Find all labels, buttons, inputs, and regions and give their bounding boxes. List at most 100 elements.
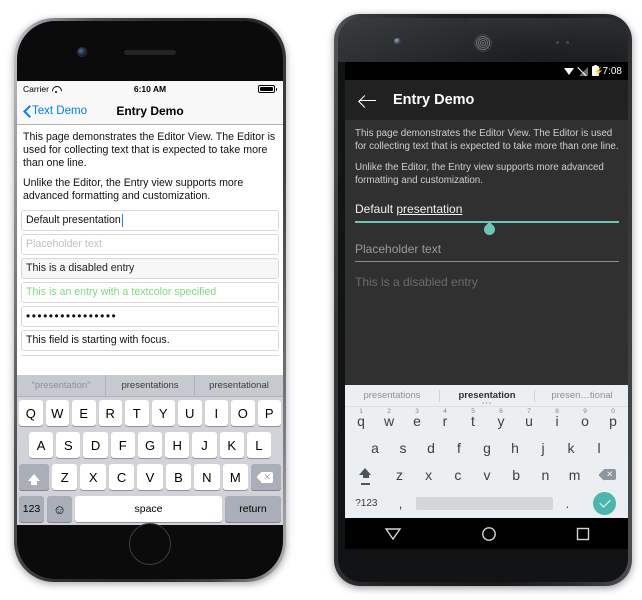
key-q[interactable]: 1q [347, 407, 375, 434]
space-key[interactable] [415, 488, 553, 518]
key-m[interactable]: M [222, 464, 248, 490]
key-num: 9 [583, 408, 587, 415]
numeric-mode-key[interactable]: 123 [19, 496, 44, 522]
key-u[interactable]: 7u [515, 407, 543, 434]
key-i[interactable]: 8i [543, 407, 571, 434]
key-n[interactable]: N [194, 464, 220, 490]
key-k[interactable]: k [557, 434, 585, 461]
key-h[interactable]: h [501, 434, 529, 461]
key-s[interactable]: S [56, 432, 81, 458]
key-e[interactable]: E [72, 400, 96, 426]
key-b[interactable]: B [165, 464, 192, 490]
key-i[interactable]: I [204, 400, 228, 426]
entry-default-presentation[interactable]: Default presentation [355, 196, 619, 237]
key-r[interactable]: 4r [431, 407, 459, 434]
entry-textcolor[interactable]: This is an entry with a textcolor specif… [21, 281, 279, 303]
backspace-icon[interactable]: ✕ [250, 464, 281, 490]
key-g[interactable]: g [473, 434, 501, 461]
key-d[interactable]: D [83, 432, 108, 458]
android-status-bar: ⚡ 7:08 [345, 62, 628, 80]
key-r[interactable]: R [98, 400, 122, 426]
key-f[interactable]: F [110, 432, 135, 458]
list-divider [21, 354, 279, 356]
key-s[interactable]: s [389, 434, 417, 461]
key-num: 6 [499, 408, 503, 415]
prediction-item-0[interactable]: “presentation” [17, 375, 106, 396]
symbols-mode-key[interactable]: ?123 [347, 488, 386, 518]
key-o[interactable]: O [231, 400, 255, 426]
key-q[interactable]: Q [19, 400, 43, 426]
key-l[interactable]: L [246, 432, 271, 458]
page-title: Entry Demo [393, 92, 475, 108]
suggestion-item-0[interactable]: presentations [345, 390, 439, 401]
check-icon[interactable] [582, 488, 627, 518]
entry-focus[interactable]: This field is starting with focus. [21, 329, 279, 351]
android-key-row-3: z x c v b n m ✕ [345, 461, 628, 488]
key-x[interactable]: X [80, 464, 106, 490]
nav-back-triangle-icon[interactable] [384, 527, 402, 541]
ios-nav-bar: Text Demo Entry Demo [17, 97, 283, 125]
android-key-row-4: ?123 , . [345, 488, 628, 518]
key-h[interactable]: H [165, 432, 190, 458]
nav-recents-square-icon[interactable] [576, 527, 590, 541]
shift-icon[interactable] [19, 464, 50, 490]
key-j[interactable]: J [192, 432, 217, 458]
key-k[interactable]: K [219, 432, 244, 458]
return-key[interactable]: return [225, 496, 281, 522]
shift-icon[interactable] [347, 461, 385, 488]
entry-value-prefix: Default [355, 202, 397, 217]
key-t[interactable]: T [125, 400, 149, 426]
key-num: 4 [443, 408, 447, 415]
key-b[interactable]: b [502, 461, 531, 488]
key-y[interactable]: 6y [487, 407, 515, 434]
key-w[interactable]: W [45, 400, 69, 426]
key-c[interactable]: c [443, 461, 472, 488]
key-z[interactable]: Z [52, 464, 78, 490]
key-z[interactable]: z [385, 461, 414, 488]
period-key[interactable]: . [553, 488, 583, 518]
arrow-back-icon[interactable] [359, 94, 376, 107]
backspace-icon[interactable]: ✕ [589, 461, 627, 488]
emoji-icon[interactable]: ☺ [47, 496, 72, 522]
text-selection-handle[interactable] [482, 221, 498, 237]
home-button[interactable] [129, 523, 171, 565]
key-f[interactable]: f [445, 434, 473, 461]
key-v[interactable]: V [137, 464, 163, 490]
key-n[interactable]: n [531, 461, 560, 488]
prediction-item-1[interactable]: presentations [106, 375, 195, 396]
key-w[interactable]: 2w [375, 407, 403, 434]
nav-home-circle-icon[interactable] [481, 526, 497, 542]
key-c[interactable]: C [108, 464, 135, 490]
key-m[interactable]: m [560, 461, 589, 488]
space-key[interactable]: space [75, 496, 222, 522]
key-e[interactable]: 3e [403, 407, 431, 434]
key-t[interactable]: 5t [459, 407, 487, 434]
ios-back-button[interactable]: Text Demo [23, 105, 87, 117]
text-caret [121, 213, 123, 227]
suggestion-item-2[interactable]: presen…tional [535, 390, 628, 401]
key-d[interactable]: d [417, 434, 445, 461]
entry-value: This is an entry with a textcolor specif… [26, 286, 217, 299]
key-o[interactable]: 9o [571, 407, 599, 434]
key-v[interactable]: v [472, 461, 501, 488]
android-clock: 7:08 [602, 65, 622, 77]
key-g[interactable]: G [137, 432, 163, 458]
key-l[interactable]: l [585, 434, 613, 461]
android-key-row-1: 1q 2w 3e 4r 5t 6y 7u 8i 9o 0p [345, 407, 628, 434]
key-a[interactable]: A [29, 432, 54, 458]
entry-placeholder[interactable]: Placeholder text [21, 233, 279, 255]
key-p[interactable]: 0p [599, 407, 627, 434]
ios-paragraph-2: Unlike the Editor, the Entry view suppor… [23, 176, 244, 202]
key-u[interactable]: U [178, 400, 202, 426]
entry-default-presentation[interactable]: Default presentation [21, 209, 279, 231]
key-a[interactable]: a [361, 434, 389, 461]
entry-password[interactable]: •••••••••••••••• [21, 305, 279, 327]
key-j[interactable]: j [529, 434, 557, 461]
key-p[interactable]: P [257, 400, 281, 426]
comma-key[interactable]: , [386, 488, 416, 518]
entry-placeholder[interactable]: Placeholder text [355, 236, 619, 262]
prediction-item-2[interactable]: presentational [195, 375, 283, 396]
key-x[interactable]: x [414, 461, 443, 488]
key-y[interactable]: Y [151, 400, 175, 426]
android-body: ⚡ 7:08 Entry Demo This page demonstrates… [338, 18, 628, 582]
